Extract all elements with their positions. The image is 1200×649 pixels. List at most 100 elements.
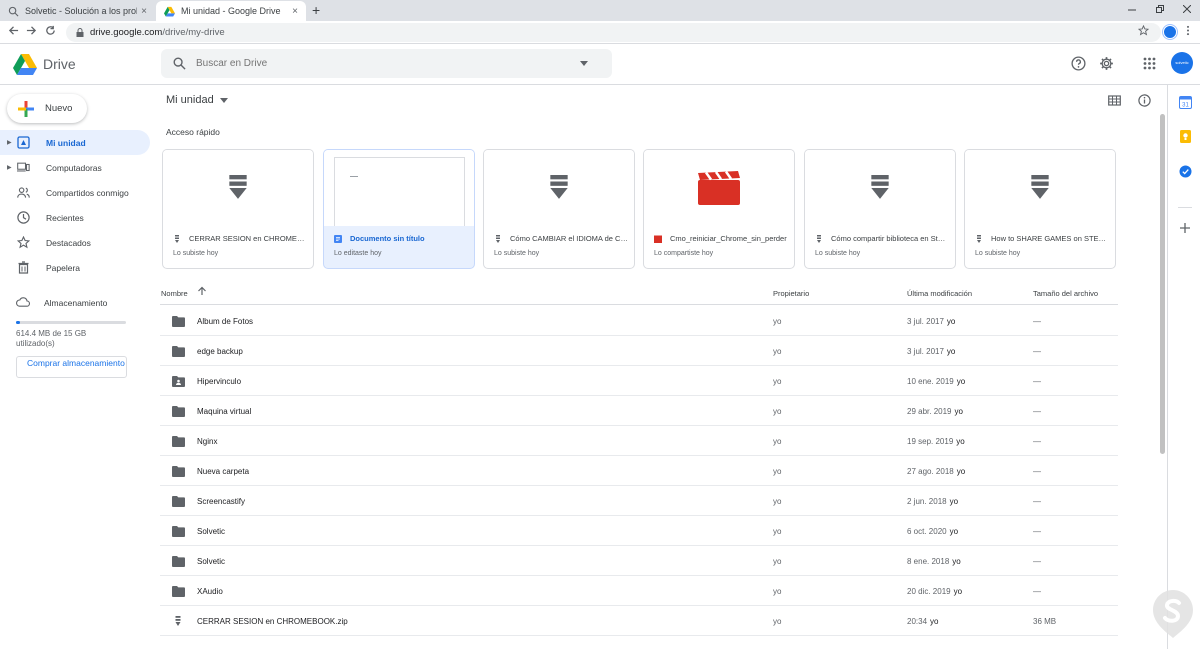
close-window-icon[interactable] <box>1183 5 1191 13</box>
info-icon[interactable] <box>1138 94 1151 107</box>
clock-icon <box>17 211 30 224</box>
search-icon[interactable] <box>173 57 186 70</box>
file-modified: 10 ene. 2019 yo <box>907 377 965 386</box>
sidebar-item-trash[interactable]: Papelera <box>0 255 150 280</box>
storage-label[interactable]: Almacenamiento <box>44 298 107 308</box>
help-icon[interactable] <box>1071 56 1086 71</box>
calendar-icon[interactable]: 31 <box>1179 96 1192 109</box>
table-row[interactable]: Hipervinculo yo 10 ene. 2019 yo — <box>160 366 1118 396</box>
table-row[interactable]: CERRAR SESION en CHROMEBOOK.zip yo 20:34… <box>160 606 1118 636</box>
card-thumbnail[interactable] <box>324 150 474 226</box>
search-input[interactable] <box>196 58 576 69</box>
table-row[interactable]: Maquina virtual yo 29 abr. 2019 yo — <box>160 396 1118 426</box>
add-addon-icon[interactable] <box>1180 223 1190 233</box>
browser-menu-icon[interactable] <box>1186 25 1190 36</box>
sidebar-item-computers[interactable]: ▶ Computadoras <box>0 155 150 180</box>
file-size: — <box>1033 497 1041 506</box>
quick-access-card[interactable]: Cmo_reiniciar_Chrome_sin_perder Lo compa… <box>643 149 795 269</box>
drive-brand[interactable]: Drive <box>43 56 76 72</box>
file-modified: 20 dic. 2019 yo <box>907 587 962 596</box>
search-options-icon[interactable] <box>580 61 588 66</box>
grid-view-icon[interactable] <box>1108 94 1121 107</box>
trash-icon <box>18 261 29 274</box>
card-thumbnail[interactable] <box>644 150 794 226</box>
sidebar-item-recent[interactable]: Recientes <box>0 205 150 230</box>
file-modified: 2 jun. 2018 yo <box>907 497 958 506</box>
table-row[interactable]: Album de Fotos yo 3 jul. 2017 yo — <box>160 306 1118 336</box>
file-name: Nueva carpeta <box>197 467 250 476</box>
file-size: — <box>1033 347 1041 356</box>
quick-access-card[interactable]: Cómo compartir biblioteca en Steam Lo su… <box>804 149 956 269</box>
quick-access-card[interactable]: CERRAR SESION en CHROMEBOOK.zip Lo subis… <box>162 149 314 269</box>
column-owner[interactable]: Propietario <box>773 289 809 298</box>
minimize-icon[interactable] <box>1128 6 1136 14</box>
browser-tab-solvetic[interactable]: Solvetic - Solución a los problemas info… <box>0 1 155 21</box>
card-name: How to SHARE GAMES on STEAM <box>991 234 1109 243</box>
quick-access-card[interactable]: Cómo CAMBIAR el IDIOMA de Chrome Lo subi… <box>483 149 635 269</box>
table-row[interactable]: Nueva carpeta yo 27 ago. 2018 yo — <box>160 456 1118 486</box>
card-title: Cmo_reiniciar_Chrome_sin_perder <box>654 234 788 243</box>
side-panel-divider <box>1178 207 1192 208</box>
column-modified[interactable]: Última modificación <box>907 289 972 298</box>
card-thumbnail[interactable] <box>805 150 955 226</box>
sidebar-item-shared[interactable]: Compartidos conmigo <box>0 180 150 205</box>
column-size[interactable]: Tamaño del archivo <box>1033 289 1098 298</box>
card-thumbnail[interactable] <box>163 150 313 226</box>
solvetic-watermark-logo <box>1153 590 1193 638</box>
tab-close-icon[interactable]: × <box>141 6 147 17</box>
table-row[interactable]: Solvetic yo 6 oct. 2020 yo — <box>160 516 1118 546</box>
address-bar: drive.google.com/drive/my-drive <box>0 21 1200 44</box>
settings-gear-icon[interactable] <box>1099 56 1114 71</box>
new-tab-button[interactable]: + <box>312 2 320 18</box>
url-field[interactable]: drive.google.com/drive/my-drive <box>66 23 1161 42</box>
card-thumbnail[interactable] <box>965 150 1115 226</box>
file-owner: yo <box>773 467 782 476</box>
location-dropdown[interactable]: Mi unidad <box>166 94 228 106</box>
card-title: Documento sin título <box>334 234 468 243</box>
folder-icon <box>172 496 185 507</box>
table-row[interactable]: edge backup yo 3 jul. 2017 yo — <box>160 336 1118 366</box>
column-name[interactable]: Nombre <box>161 289 188 298</box>
quick-access-card[interactable]: How to SHARE GAMES on STEAM Lo subiste h… <box>964 149 1116 269</box>
reload-icon[interactable] <box>45 25 56 36</box>
sidebar-item-label: Computadoras <box>46 162 102 173</box>
quick-access-card[interactable]: Documento sin título Lo editaste hoy <box>323 149 475 269</box>
sort-up-arrow-icon[interactable] <box>197 286 207 296</box>
buy-storage-button[interactable]: Comprar almacenamiento <box>16 356 127 378</box>
storage-bar <box>16 321 126 324</box>
drive-logo-icon[interactable] <box>13 53 37 75</box>
folder-icon <box>172 346 185 357</box>
video-file-icon <box>654 235 662 243</box>
table-row[interactable]: Nginx yo 19 sep. 2019 yo — <box>160 426 1118 456</box>
expand-arrow-icon[interactable]: ▶ <box>7 139 15 146</box>
account-avatar[interactable]: solvetic <box>1171 52 1193 74</box>
sidebar-item-my-drive[interactable]: ▶ Mi unidad <box>0 130 150 155</box>
forward-icon[interactable] <box>26 25 37 36</box>
search-box[interactable] <box>161 49 612 78</box>
card-title: How to SHARE GAMES on STEAM <box>975 234 1109 243</box>
expand-arrow-icon[interactable]: ▶ <box>7 164 15 171</box>
restore-icon[interactable] <box>1156 5 1164 13</box>
sidebar-item-starred[interactable]: Destacados <box>0 230 150 255</box>
new-button[interactable]: Nuevo <box>7 94 87 123</box>
table-row[interactable]: XAudio yo 20 dic. 2019 yo — <box>160 576 1118 606</box>
table-row[interactable]: Solvetic yo 8 ene. 2018 yo — <box>160 546 1118 576</box>
bookmark-star-icon[interactable] <box>1138 25 1149 36</box>
back-icon[interactable] <box>8 25 19 36</box>
file-owner: yo <box>773 557 782 566</box>
browser-tab-drive[interactable]: Mi unidad - Google Drive × <box>156 1 306 21</box>
zip-file-icon <box>175 234 179 243</box>
table-row[interactable]: Screencastify yo 2 jun. 2018 yo — <box>160 486 1118 516</box>
apps-grid-icon[interactable] <box>1143 57 1156 70</box>
keep-icon[interactable] <box>1179 130 1192 143</box>
scrollbar[interactable] <box>1160 114 1165 454</box>
tasks-icon[interactable] <box>1179 165 1192 178</box>
card-subtitle: Lo compartiste hoy <box>654 250 714 257</box>
tab-close-icon[interactable]: × <box>292 6 298 17</box>
modified-date: 27 ago. 2018 <box>907 467 954 476</box>
file-name: XAudio <box>197 587 223 596</box>
modified-date: 6 oct. 2020 <box>907 527 947 536</box>
folder-icon <box>172 556 185 567</box>
browser-profile-avatar[interactable] <box>1163 25 1177 39</box>
card-thumbnail[interactable] <box>484 150 634 226</box>
